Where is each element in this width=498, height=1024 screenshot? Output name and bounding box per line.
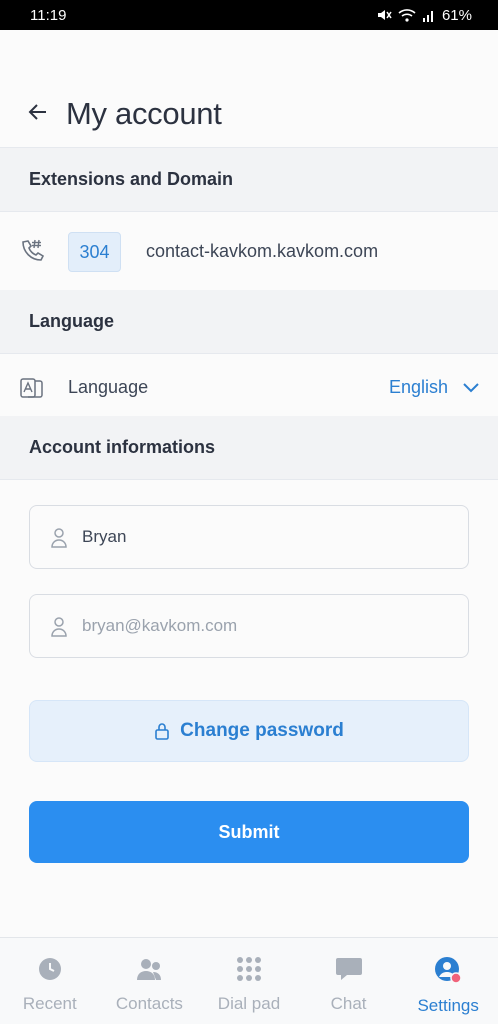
lock-icon [155,723,169,740]
language-selected-value: English [388,376,448,397]
chevron-down-icon [463,383,479,393]
nav-item-contacts[interactable]: Contacts [100,938,200,1024]
name-field[interactable] [29,505,469,569]
submit-button[interactable]: Submit [29,801,469,863]
nav-item-recent[interactable]: Recent [0,938,100,1024]
status-bar: 11:19 61% [0,0,498,30]
user-settings-icon [435,957,462,984]
nav-label-chat: Chat [330,994,367,1013]
email-input[interactable] [82,616,468,636]
mute-icon [377,10,392,20]
chat-icon [335,958,362,980]
section-extensions: Extensions and Domain [0,148,498,212]
page-title: My account [66,96,222,131]
extension-domain: contact-kavkom.kavkom.com [146,241,379,261]
change-password-label: Change password [180,720,344,741]
contacts-icon [137,959,162,980]
section-language: Language [0,290,498,354]
nav-label-settings: Settings [417,996,479,1015]
battery-percent: 61% [441,6,472,24]
user-icon [51,528,67,548]
nav-item-dialpad[interactable]: Dial pad [199,938,299,1024]
phone-extension-icon [22,239,45,261]
status-icons: 61% [376,7,472,24]
language-row: Language English [0,354,498,416]
signal-icon [422,11,433,22]
user-icon [51,617,67,637]
translate-icon [20,378,43,398]
nav-item-chat[interactable]: Chat [299,938,399,1024]
name-input[interactable] [82,527,468,547]
email-field[interactable] [29,594,469,658]
nav-label-recent: Recent [22,994,77,1013]
clock-icon [38,958,61,980]
wifi-icon [398,9,416,22]
nav-label-dialpad: Dial pad [217,994,281,1013]
section-account: Account informations [0,416,498,480]
language-label: Language [68,377,149,397]
status-time: 11:19 [30,6,67,24]
back-arrow-icon[interactable] [24,100,52,124]
extension-row: 304 contact-kavkom.kavkom.com [0,212,498,290]
nav-label-contacts: Contacts [115,994,183,1013]
language-select[interactable]: English [389,372,480,402]
header: My account [0,30,498,148]
dialpad-icon [236,957,261,981]
bottom-nav: Recent Contacts Dial pad Chat Settings [0,937,498,1024]
account-form: Change password Submit [0,480,498,936]
nav-item-settings[interactable]: Settings [398,938,498,1024]
change-password-button[interactable]: Change password [29,700,469,762]
extension-number-badge: 304 [68,232,121,272]
